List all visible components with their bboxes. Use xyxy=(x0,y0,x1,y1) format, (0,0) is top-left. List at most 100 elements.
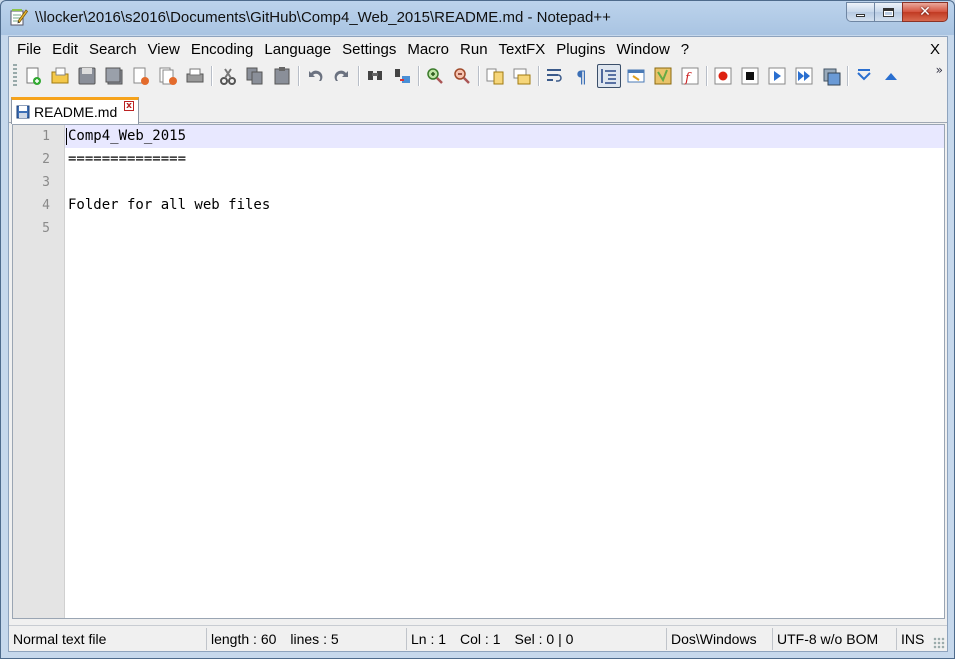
cut-icon xyxy=(220,68,236,85)
redo-icon xyxy=(334,70,348,81)
toolbar-overflow-icon[interactable]: » xyxy=(936,63,943,77)
save-all-button[interactable] xyxy=(102,64,126,88)
sync-vertical-button[interactable] xyxy=(483,64,507,88)
status-file-type: Normal text file xyxy=(9,628,207,650)
zoom-out-icon xyxy=(454,68,470,84)
word-wrap-button[interactable] xyxy=(543,64,567,88)
save-macro-button[interactable] xyxy=(819,64,843,88)
menu-search[interactable]: Search xyxy=(84,41,143,59)
save-icon xyxy=(78,67,96,85)
menu-plugins[interactable]: Plugins xyxy=(551,41,611,59)
menu-file[interactable]: File xyxy=(12,41,47,59)
open-file-button[interactable] xyxy=(48,64,72,88)
save-button[interactable] xyxy=(75,64,99,88)
copy-button[interactable] xyxy=(243,64,267,88)
toolbar-separator xyxy=(298,66,299,86)
length-text: length : 60 xyxy=(211,631,277,647)
caption-buttons: ✕ xyxy=(846,2,948,24)
paste-icon xyxy=(274,67,290,85)
expand-icon xyxy=(885,73,897,80)
expand-button[interactable] xyxy=(879,64,903,88)
current-line-highlight xyxy=(65,125,944,148)
menu-view[interactable]: View xyxy=(143,41,186,59)
toolbar-separator xyxy=(478,66,479,86)
function-list-button[interactable]: f xyxy=(678,64,702,88)
line-number: 1 xyxy=(42,129,50,144)
record-macro-button[interactable] xyxy=(711,64,735,88)
resize-grip[interactable] xyxy=(933,637,945,649)
user-defined-language-button[interactable] xyxy=(624,64,648,88)
saved-file-icon xyxy=(16,105,30,119)
status-eol[interactable]: Dos\Windows xyxy=(667,628,773,650)
line-number: 2 xyxy=(42,152,50,167)
menu-help[interactable]: ? xyxy=(676,41,695,59)
paste-button[interactable] xyxy=(270,64,294,88)
status-position: Ln : 1 Col : 1 Sel : 0 | 0 xyxy=(407,628,667,650)
toolbar-separator xyxy=(538,66,539,86)
status-insert-mode[interactable]: INS xyxy=(897,628,931,650)
menu-settings[interactable]: Settings xyxy=(337,41,402,59)
svg-text:¶: ¶ xyxy=(576,68,587,86)
zoom-out-button[interactable] xyxy=(450,64,474,88)
document-map-button[interactable] xyxy=(651,64,675,88)
menu-window[interactable]: Window xyxy=(611,41,675,59)
cut-button[interactable] xyxy=(216,64,240,88)
indent-guide-button[interactable] xyxy=(597,64,621,88)
close-button[interactable] xyxy=(129,64,153,88)
collapse-button[interactable] xyxy=(852,64,876,88)
replace-button[interactable] xyxy=(390,64,414,88)
replace-icon xyxy=(395,69,410,83)
menu-macro[interactable]: Macro xyxy=(402,41,455,59)
editor[interactable]: 1 2 3 4 5 Comp4_Web_2015 ============== … xyxy=(12,124,945,619)
save-all-icon xyxy=(105,67,123,85)
close-document-button[interactable]: X xyxy=(930,41,940,58)
minimize-button[interactable] xyxy=(846,2,874,22)
status-bar: Normal text file length : 60 lines : 5 Ln… xyxy=(9,625,947,651)
toolbar-grip[interactable] xyxy=(13,64,17,88)
line-number: 5 xyxy=(42,221,50,236)
stop-recording-button[interactable] xyxy=(738,64,762,88)
play-macro-button[interactable] xyxy=(765,64,789,88)
title-bar[interactable]: \\locker\2016\s2016\Documents\GitHub\Com… xyxy=(1,1,954,35)
close-window-button[interactable]: ✕ xyxy=(902,2,948,22)
show-all-characters-icon: ¶ xyxy=(576,68,587,86)
find-icon xyxy=(368,71,382,80)
sync-horizontal-button[interactable] xyxy=(510,64,534,88)
indent-guide-icon xyxy=(601,69,616,84)
menu-textfx[interactable]: TextFX xyxy=(494,41,552,59)
file-type-text: Normal text file xyxy=(13,631,107,647)
eol-text: Dos\Windows xyxy=(671,631,757,647)
print-button[interactable] xyxy=(183,64,207,88)
tab-close-icon[interactable]: x xyxy=(124,101,134,111)
tab-readme[interactable]: README.md x xyxy=(11,97,139,124)
toolbar-separator xyxy=(847,66,848,86)
open-file-icon xyxy=(51,67,69,84)
redo-button[interactable] xyxy=(330,64,354,88)
tab-label: README.md xyxy=(34,104,118,120)
maximize-button[interactable] xyxy=(874,2,902,22)
toolbar-separator xyxy=(706,66,707,86)
menu-edit[interactable]: Edit xyxy=(47,41,84,59)
run-macro-multiple-button[interactable] xyxy=(792,64,816,88)
sync-horizontal-icon xyxy=(513,68,531,85)
show-all-characters-button[interactable]: ¶ xyxy=(570,64,594,88)
text-line[interactable]: ============== xyxy=(68,148,186,171)
menu-run[interactable]: Run xyxy=(455,41,494,59)
find-button[interactable] xyxy=(363,64,387,88)
line-number: 4 xyxy=(42,198,50,213)
menu-encoding[interactable]: Encoding xyxy=(186,41,260,59)
undo-button[interactable] xyxy=(303,64,327,88)
menu-items: File Edit Search View Encoding Language Settin… xyxy=(12,41,695,59)
zoom-in-button[interactable] xyxy=(423,64,447,88)
notepadpp-window: \\locker\2016\s2016\Documents\GitHub\Com… xyxy=(0,0,955,659)
window-title: \\locker\2016\s2016\Documents\GitHub\Com… xyxy=(35,9,611,26)
close-all-button[interactable] xyxy=(156,64,180,88)
function-list-icon: f xyxy=(681,67,699,86)
text-line[interactable]: Folder for all web files xyxy=(68,194,270,217)
text-area[interactable]: Comp4_Web_2015 ============== Folder for… xyxy=(65,125,944,618)
toolbar-separator xyxy=(211,66,212,86)
menu-language[interactable]: Language xyxy=(259,41,337,59)
text-line[interactable]: Comp4_Web_2015 xyxy=(68,125,186,148)
status-encoding[interactable]: UTF-8 w/o BOM xyxy=(773,628,897,650)
new-file-button[interactable] xyxy=(21,64,45,88)
